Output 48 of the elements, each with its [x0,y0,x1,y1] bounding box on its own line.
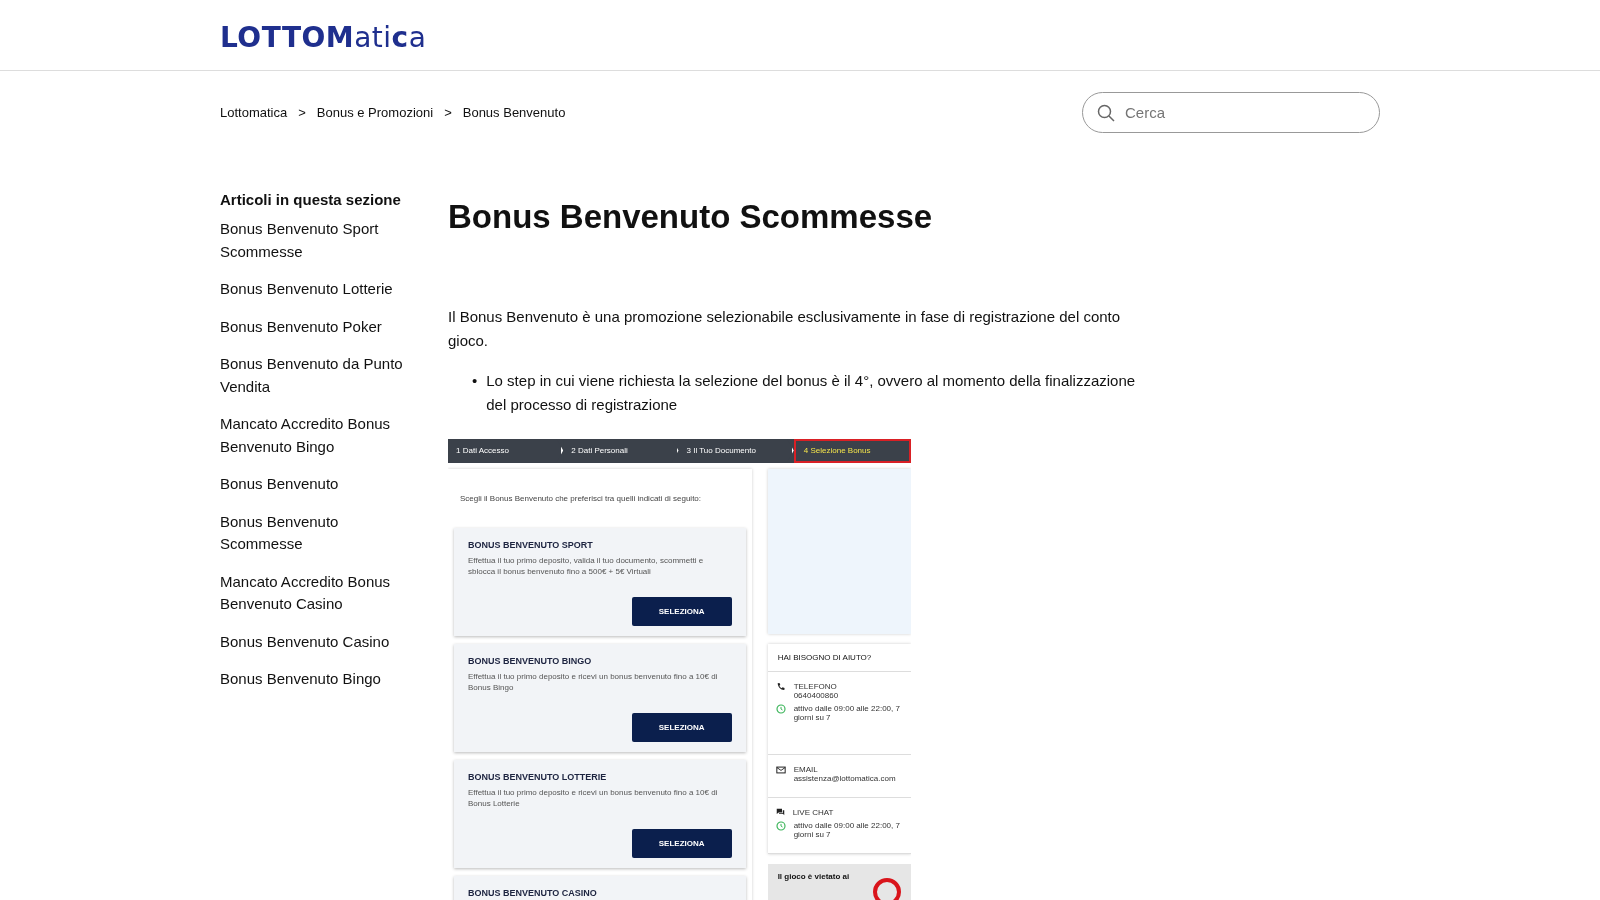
bonus-title: BONUS BENVENUTO BINGO [468,655,593,666]
sidebar-link[interactable]: Bonus Benvenuto Poker [220,315,415,338]
sidebar-link[interactable]: Bonus Benvenuto Bingo [220,668,415,691]
sidebar-link[interactable]: Bonus Benvenuto Sport Scommesse [220,218,415,263]
bonus-title: BONUS BENVENUTO LOTTERIE [468,771,608,782]
sidebar-link[interactable]: Bonus Benvenuto Lotterie [220,278,415,301]
bullet-marker: • [472,370,478,391]
logo[interactable]: LOTTOMatica [220,20,427,54]
contact-hours: attivo dalle 09:00 alle 22:00, 7 giorni su 7 [793,820,901,839]
warning-text: Il gioco è vietato ai [777,871,850,883]
sidebar-link[interactable]: Bonus Benvenuto Casino [220,630,415,653]
contact-label: LIVE CHAT [792,807,834,817]
contact-value: assistenza@lottomatica.com [793,773,896,783]
chat-icon [775,807,785,817]
bonus-description: Effettua il tuo primo deposito e ricevi un bonus benvenuto fino a 10€ di Bonus Bingo [468,670,719,693]
breadcrumb-separator: > [298,105,306,120]
contact-hours: attivo dalle 09:00 alle 22:00, 7 giorni su 7 [793,703,901,722]
search-icon [1097,103,1115,122]
bonus-title: BONUS BENVENUTO SPORT [468,539,594,550]
bonus-description: Effettua il tuo primo deposito, valida il tuo documento, scommetti e sblocca il bonus benvenuto fino a 500€ + 5€ Virtuali [468,554,705,577]
select-button[interactable]: SELEZIONA [631,712,732,742]
article-title: Bonus Benvenuto Scommesse [448,197,934,237]
mail-icon [775,764,786,775]
select-button[interactable]: SELEZIONA [631,596,732,626]
sidebar-link[interactable]: Bonus Benvenuto [220,473,415,496]
breadcrumb-link[interactable]: Bonus Benvenuto [462,105,566,120]
contact-value: 0640400860 [793,690,839,700]
contact-label: TELEFONO [793,681,838,691]
clock-icon [775,703,786,714]
bonus-title: BONUS BENVENUTO CASINO [468,887,598,898]
phone-icon [775,681,786,692]
breadcrumb-link[interactable]: Bonus e Promozioni [316,105,434,120]
sidebar-link[interactable]: Bonus Benvenuto Scommesse [220,510,415,556]
prompt-text: Scegli il Bonus Benvenuto che preferisci tra quelli indicati di seguito: [460,493,703,503]
breadcrumb-link[interactable]: Lottomatica [220,105,288,120]
contact-label: EMAIL [793,764,819,774]
bullet-item: Lo step in cui viene richiesta la selezione del bonus è il 4°, ovvero al momento della finalizzazione del processo di registrazione [486,370,1137,415]
sidebar-heading: Articoli in questa sezione [220,191,402,208]
bonus-description: Effettua il tuo primo deposito e ricevi un bonus benvenuto fino a 10€ di Bonus Lotterie [468,786,719,809]
help-title: HAI BISOGNO DI AIUTO? [767,643,911,672]
breadcrumb-separator: > [444,105,452,120]
select-button[interactable]: SELEZIONA [631,828,732,858]
sidebar-link[interactable]: Bonus Benvenuto da Punto Vendita [220,353,415,398]
sidebar-link[interactable]: Mancato Accredito Bonus Benvenuto Bingo [220,413,415,458]
sidebar-link[interactable]: Mancato Accredito Bonus Benvenuto Casino [220,570,415,616]
clock-icon [775,820,786,831]
search-field[interactable]: Cerca [1123,92,1365,133]
article-paragraph: Il Bonus Benvenuto è una promozione selezionabile esclusivamente in fase di registrazione del conto gioco. [448,306,1122,351]
